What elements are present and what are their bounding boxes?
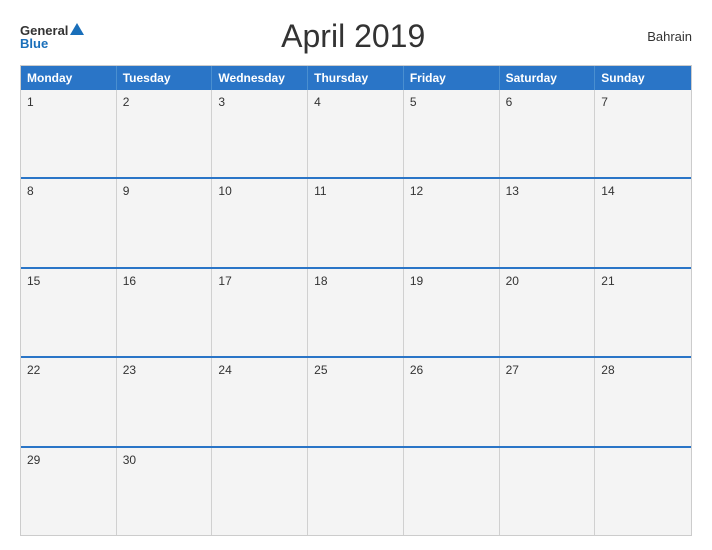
day-24: 24: [212, 358, 308, 445]
day-22: 22: [21, 358, 117, 445]
logo: General Blue: [20, 24, 84, 50]
day-empty-1: [212, 448, 308, 535]
day-16: 16: [117, 269, 213, 356]
day-20: 20: [500, 269, 596, 356]
header-friday: Friday: [404, 66, 500, 90]
week-4: 22 23 24 25 26 27 28: [21, 356, 691, 445]
calendar-grid: Monday Tuesday Wednesday Thursday Friday…: [20, 65, 692, 536]
day-empty-5: [595, 448, 691, 535]
day-7: 7: [595, 90, 691, 177]
day-19: 19: [404, 269, 500, 356]
day-empty-4: [500, 448, 596, 535]
header: General Blue April 2019 Bahrain: [20, 18, 692, 55]
country-label: Bahrain: [622, 29, 692, 44]
day-2: 2: [117, 90, 213, 177]
day-21: 21: [595, 269, 691, 356]
day-23: 23: [117, 358, 213, 445]
day-5: 5: [404, 90, 500, 177]
calendar-header: Monday Tuesday Wednesday Thursday Friday…: [21, 66, 691, 90]
calendar-body: 1 2 3 4 5 6 7 8 9 10 11 12 13 14 15 16: [21, 90, 691, 535]
calendar-page: General Blue April 2019 Bahrain Monday T…: [0, 0, 712, 550]
week-1: 1 2 3 4 5 6 7: [21, 90, 691, 177]
day-8: 8: [21, 179, 117, 266]
day-11: 11: [308, 179, 404, 266]
week-2: 8 9 10 11 12 13 14: [21, 177, 691, 266]
header-monday: Monday: [21, 66, 117, 90]
day-30: 30: [117, 448, 213, 535]
week-5: 29 30: [21, 446, 691, 535]
calendar-title: April 2019: [84, 18, 622, 55]
day-29: 29: [21, 448, 117, 535]
day-14: 14: [595, 179, 691, 266]
day-empty-3: [404, 448, 500, 535]
day-26: 26: [404, 358, 500, 445]
day-28: 28: [595, 358, 691, 445]
day-15: 15: [21, 269, 117, 356]
day-18: 18: [308, 269, 404, 356]
day-9: 9: [117, 179, 213, 266]
logo-triangle-icon: [70, 23, 84, 35]
header-wednesday: Wednesday: [212, 66, 308, 90]
header-sunday: Sunday: [595, 66, 691, 90]
header-thursday: Thursday: [308, 66, 404, 90]
week-3: 15 16 17 18 19 20 21: [21, 267, 691, 356]
day-1: 1: [21, 90, 117, 177]
day-6: 6: [500, 90, 596, 177]
day-17: 17: [212, 269, 308, 356]
logo-general-text: General: [20, 24, 68, 37]
day-27: 27: [500, 358, 596, 445]
day-3: 3: [212, 90, 308, 177]
header-saturday: Saturday: [500, 66, 596, 90]
day-empty-2: [308, 448, 404, 535]
logo-blue-text: Blue: [20, 37, 48, 50]
day-10: 10: [212, 179, 308, 266]
day-25: 25: [308, 358, 404, 445]
day-4: 4: [308, 90, 404, 177]
header-tuesday: Tuesday: [117, 66, 213, 90]
day-13: 13: [500, 179, 596, 266]
day-12: 12: [404, 179, 500, 266]
